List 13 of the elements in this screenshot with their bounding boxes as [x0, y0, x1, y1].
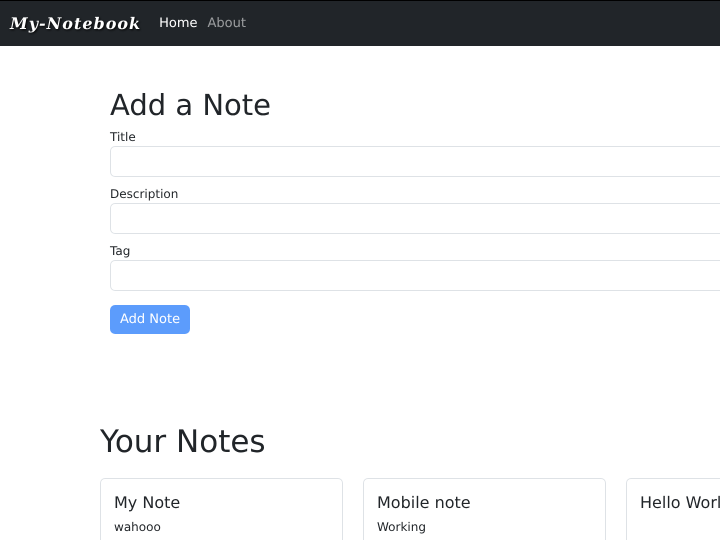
nav-link[interactable]: About: [208, 16, 246, 31]
note-title: Mobile note: [377, 493, 472, 512]
field-label: Title: [110, 130, 137, 144]
note-description: wahooo: [114, 520, 162, 534]
note-title: Hello Worl: [640, 493, 720, 512]
form-heading: Add a Note: [110, 88, 272, 122]
note-title: My Note: [114, 493, 182, 512]
notes-heading: Your Notes: [100, 424, 267, 460]
nav-link[interactable]: Home: [159, 16, 198, 31]
note-description: Working: [377, 520, 427, 534]
brand-logo[interactable]: My-Notebook: [10, 14, 142, 33]
field-label: Description: [110, 187, 180, 201]
field-label: Tag: [110, 244, 132, 258]
